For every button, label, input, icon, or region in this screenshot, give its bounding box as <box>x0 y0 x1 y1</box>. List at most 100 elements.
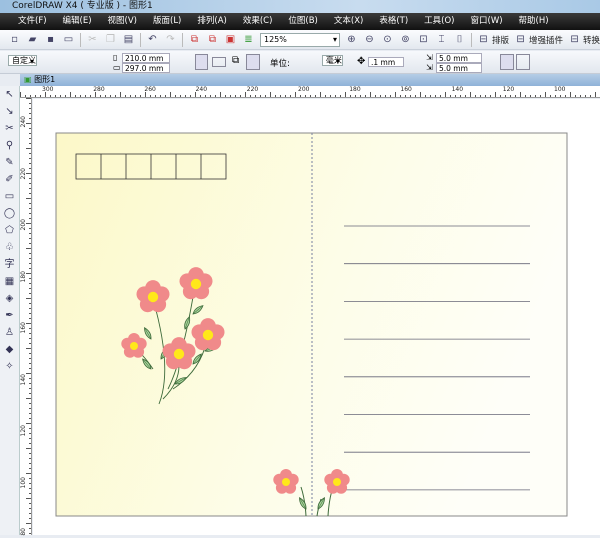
shape-tool-icon[interactable]: ↘ <box>0 103 19 120</box>
menu-item[interactable]: 帮助(H) <box>511 13 557 30</box>
menu-item[interactable]: 版面(L) <box>145 13 189 30</box>
ruler-tick <box>26 298 31 299</box>
duplicate-y-field[interactable]: 5.0 mm <box>436 63 482 73</box>
ruler-tick <box>26 473 31 474</box>
ruler-tick <box>100 95 101 97</box>
app-launcher-icon[interactable]: ▣ <box>224 34 237 46</box>
ruler-tick <box>29 203 31 204</box>
drawing-canvas[interactable] <box>33 99 600 535</box>
paper-preset-select[interactable]: 自定义 <box>8 55 37 66</box>
ruler-tick <box>29 468 31 469</box>
fill-tool-icon[interactable]: ◆ <box>0 341 19 358</box>
zoom-in-icon[interactable]: ⊕ <box>345 34 358 46</box>
ellipse-tool-icon[interactable]: ◯ <box>0 205 19 222</box>
ruler-tick <box>105 95 106 97</box>
page-height-field[interactable]: 297.0 mm <box>122 63 170 73</box>
treat-as-filled-button[interactable] <box>500 54 514 70</box>
pick-tool-icon[interactable]: ↖ <box>0 86 19 103</box>
rectangle-tool-icon[interactable]: ▭ <box>0 188 19 205</box>
ruler-label: 220 <box>246 86 259 93</box>
outline-tool-icon[interactable]: ♙ <box>0 324 19 341</box>
interactive-fill-icon[interactable]: ✧ <box>0 358 19 375</box>
menu-item[interactable]: 工具(O) <box>416 13 462 30</box>
ruler-tick <box>430 95 431 97</box>
standard-toolbar: ▫ ▰ ▪ ▭ ✂ ❐ ▤ ↶ ↷ ⧉ ⧉ ▣ ≣ 125% ⊕ ⊖ ⊙ ⊚ ⊡… <box>0 30 600 50</box>
ruler-tick <box>370 92 371 97</box>
menu-item[interactable]: 编辑(E) <box>55 13 100 30</box>
snap-button[interactable] <box>516 54 530 70</box>
menu-item[interactable]: 排列(A) <box>189 13 234 30</box>
ruler-tick <box>26 498 31 499</box>
eyedropper-icon[interactable]: ✒ <box>0 307 19 324</box>
basic-shapes-icon[interactable]: ♧ <box>0 239 19 256</box>
ruler-tick <box>29 103 31 104</box>
ruler-tick <box>29 378 31 379</box>
zoom-tool-icon[interactable]: ⚲ <box>0 137 19 154</box>
all-pages-icon[interactable]: ⧉ <box>232 55 239 66</box>
text-tool-icon[interactable]: 字 <box>0 256 19 273</box>
new-icon[interactable]: ▫ <box>8 34 21 46</box>
landscape-button[interactable] <box>212 57 226 67</box>
menu-item[interactable]: 文本(X) <box>326 13 371 30</box>
export-icon[interactable]: ⧉ <box>206 34 219 46</box>
horizontal-ruler[interactable]: 300 280 260 240 220 200 180 160 140 120 100 <box>20 86 600 98</box>
menu-item[interactable]: 窗口(W) <box>463 13 511 30</box>
page-width-field[interactable]: 210.0 mm <box>122 53 170 63</box>
zoom-page-icon[interactable]: ⊡ <box>417 34 430 46</box>
menu-item[interactable]: 文件(F) <box>10 13 55 30</box>
ruler-tick <box>29 393 31 394</box>
paste-icon[interactable]: ▤ <box>122 34 135 46</box>
duplicate-x-icon: ⇲ <box>426 53 433 62</box>
vertical-ruler[interactable]: 240 220 200 180 160 140 120 100 80 <box>20 98 32 536</box>
menu-item[interactable]: 视图(V) <box>100 13 145 30</box>
document-tab[interactable]: ▣ 图形1 <box>20 74 600 86</box>
import-icon[interactable]: ⧉ <box>188 34 201 46</box>
duplicate-x-field[interactable]: 5.0 mm <box>436 53 482 63</box>
freehand-tool-icon[interactable]: ✎ <box>0 154 19 171</box>
units-select[interactable]: 毫米 <box>321 55 343 66</box>
copy-icon[interactable]: ❐ <box>104 34 117 46</box>
ruler-tick <box>29 178 31 179</box>
current-page-button[interactable] <box>246 54 260 70</box>
nudge-field[interactable]: .1 mm <box>368 57 404 67</box>
portrait-button[interactable] <box>195 54 208 70</box>
zoom-height-icon[interactable]: ⌷ <box>453 34 466 46</box>
crop-tool-icon[interactable]: ✂ <box>0 120 19 137</box>
ruler-tick <box>29 183 31 184</box>
polygon-tool-icon[interactable]: ⬠ <box>0 222 19 239</box>
units-label: 单位: <box>270 59 290 69</box>
undo-icon[interactable]: ↶ <box>146 34 159 46</box>
menu-bar: 文件(F) 编辑(E) 视图(V) 版面(L) 排列(A) 效果(C) 位图(B) 文本(X)… <box>0 13 600 30</box>
interactive-blend-icon[interactable]: ◈ <box>0 290 19 307</box>
layout-button[interactable]: ⊟ 排版 <box>477 34 509 46</box>
smart-fill-icon[interactable]: ✐ <box>0 171 19 188</box>
ruler-tick <box>375 95 376 97</box>
zoom-all-icon[interactable]: ⊚ <box>399 34 412 46</box>
cut-icon[interactable]: ✂ <box>86 34 99 46</box>
zoom-out-icon[interactable]: ⊖ <box>363 34 376 46</box>
menu-item[interactable]: 效果(C) <box>235 13 281 30</box>
menu-item[interactable]: 表格(T) <box>371 13 416 30</box>
ruler-tick <box>26 148 31 149</box>
ruler-tick <box>29 328 31 329</box>
ruler-tick <box>29 208 31 209</box>
width-icon: ▯ <box>113 53 118 62</box>
ruler-tick <box>355 95 356 97</box>
zoom-width-icon[interactable]: ⌶ <box>435 34 448 46</box>
table-tool-icon[interactable]: ▦ <box>0 273 19 290</box>
welcome-icon[interactable]: ≣ <box>242 34 255 46</box>
ruler-tick <box>465 95 466 97</box>
redo-icon[interactable]: ↷ <box>164 34 177 46</box>
ruler-tick <box>29 353 31 354</box>
save-icon[interactable]: ▪ <box>44 34 57 46</box>
ruler-tick <box>29 338 31 339</box>
ruler-tick <box>26 98 31 99</box>
ruler-tick <box>29 318 31 319</box>
open-icon[interactable]: ▰ <box>26 34 39 46</box>
menu-item[interactable]: 位图(B) <box>280 13 325 30</box>
zoom-selected-icon[interactable]: ⊙ <box>381 34 394 46</box>
print-icon[interactable]: ▭ <box>62 34 75 46</box>
enhance-plugin-button[interactable]: ⊟ 增强插件 <box>514 34 563 46</box>
convert-button[interactable]: ⊟ 转换 <box>568 34 600 46</box>
zoom-level-combo[interactable]: 125% <box>260 32 340 47</box>
